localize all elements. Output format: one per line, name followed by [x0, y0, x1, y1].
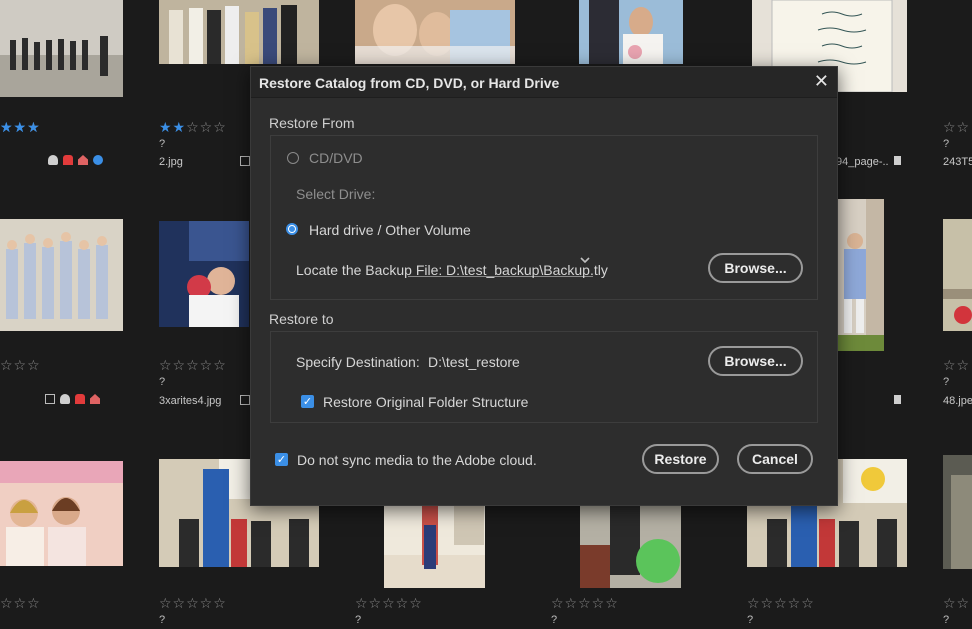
item-meta: ? [159, 376, 166, 388]
hard-drive-label[interactable]: Hard drive / Other Volume [309, 222, 471, 238]
close-icon[interactable]: ✕ [814, 71, 829, 92]
restore-from-label: Restore From [269, 115, 355, 131]
star-rating[interactable]: ☆☆☆☆☆ [355, 596, 423, 612]
file-name: 94_page-.. [836, 156, 889, 168]
item-meta: ? [159, 138, 166, 150]
badge-row [48, 155, 103, 165]
item-meta: ? [943, 376, 950, 388]
calendar-icon [45, 394, 55, 404]
stack-icon [894, 156, 901, 165]
person-icon [60, 394, 70, 404]
file-name: 243T5 [943, 156, 972, 168]
no-sync-label[interactable]: Do not sync media to the Adobe cloud. [297, 452, 537, 468]
star-rating[interactable]: ☆☆☆☆☆ [551, 596, 619, 612]
item-meta: ? [551, 614, 558, 626]
dialog-title: Restore Catalog from CD, DVD, or Hard Dr… [259, 75, 560, 91]
item-meta: ? [943, 614, 950, 626]
photo-thumbnail[interactable] [580, 505, 681, 588]
star-rating[interactable]: ☆☆☆☆☆ [159, 358, 227, 374]
folder-structure-checkbox[interactable]: ✓ [301, 395, 314, 408]
star-rating[interactable]: ☆☆☆ [0, 358, 41, 374]
restore-to-label: Restore to [269, 311, 334, 327]
star-rating[interactable]: ★★☆☆☆ [159, 120, 227, 136]
star-rating[interactable]: ☆☆ [943, 596, 970, 612]
photo-thumbnail[interactable] [0, 219, 123, 331]
cancel-button[interactable]: Cancel [737, 444, 813, 474]
locate-backup-label: Locate the Backup File: [296, 262, 443, 278]
star-rating[interactable]: ☆☆☆☆☆ [159, 596, 227, 612]
badge-row [45, 394, 100, 404]
file-name: 2.jpg [159, 156, 183, 168]
no-sync-checkbox[interactable]: ✓ [275, 453, 288, 466]
destination-label: Specify Destination: [296, 354, 420, 370]
backup-file-path: D:\test_backup\Backup.tly [446, 262, 608, 278]
item-meta: ? [943, 138, 950, 150]
photo-thumbnail[interactable] [159, 0, 319, 64]
photo-thumbnail[interactable] [355, 0, 515, 64]
item-meta: ? [355, 614, 362, 626]
item-meta: ? [159, 614, 166, 626]
star-rating[interactable]: ☆☆ [943, 358, 970, 374]
browse-backup-button[interactable]: Browse... [708, 253, 803, 283]
photo-thumbnail[interactable] [0, 0, 123, 97]
file-name: 48.jpe [943, 395, 972, 407]
home-icon [78, 155, 88, 165]
hard-drive-radio[interactable] [286, 223, 298, 235]
photo-thumbnail[interactable] [384, 505, 485, 588]
restore-to-group: Specify Destination: D:\test_restore Bro… [270, 331, 818, 423]
folder-structure-label[interactable]: Restore Original Folder Structure [323, 394, 528, 410]
photo-thumbnail[interactable] [159, 221, 249, 327]
dialog-titlebar[interactable]: Restore Catalog from CD, DVD, or Hard Dr… [251, 67, 837, 98]
location-icon [93, 155, 103, 165]
calendar-icon [240, 395, 250, 405]
browse-destination-button[interactable]: Browse... [708, 346, 803, 376]
star-rating[interactable]: ☆☆ [943, 120, 970, 136]
tag-icon [75, 394, 85, 404]
photo-thumbnail[interactable] [943, 219, 972, 331]
restore-from-group: CD/DVD Select Drive: Hard drive / Other … [270, 135, 818, 300]
file-name: 3xarites4.jpg [159, 395, 222, 407]
select-drive-label: Select Drive: [296, 186, 376, 202]
restore-button[interactable]: Restore [642, 444, 719, 474]
photo-thumbnail[interactable] [836, 199, 884, 351]
star-rating[interactable]: ★★★ [0, 120, 41, 136]
photo-thumbnail[interactable] [579, 0, 683, 64]
tag-icon [63, 155, 73, 165]
destination-path: D:\test_restore [428, 354, 520, 370]
home-icon [90, 394, 100, 404]
person-icon [48, 155, 58, 165]
cd-dvd-radio[interactable] [287, 152, 299, 164]
stack-icon [894, 395, 901, 404]
restore-catalog-dialog: Restore Catalog from CD, DVD, or Hard Dr… [250, 66, 838, 506]
star-rating[interactable]: ☆☆☆☆☆ [747, 596, 815, 612]
cd-dvd-label[interactable]: CD/DVD [309, 150, 363, 166]
photo-thumbnail[interactable] [0, 461, 123, 566]
calendar-icon [240, 156, 250, 166]
star-rating[interactable]: ☆☆☆ [0, 596, 41, 612]
photo-thumbnail[interactable] [943, 455, 972, 569]
item-meta: ? [747, 614, 754, 626]
